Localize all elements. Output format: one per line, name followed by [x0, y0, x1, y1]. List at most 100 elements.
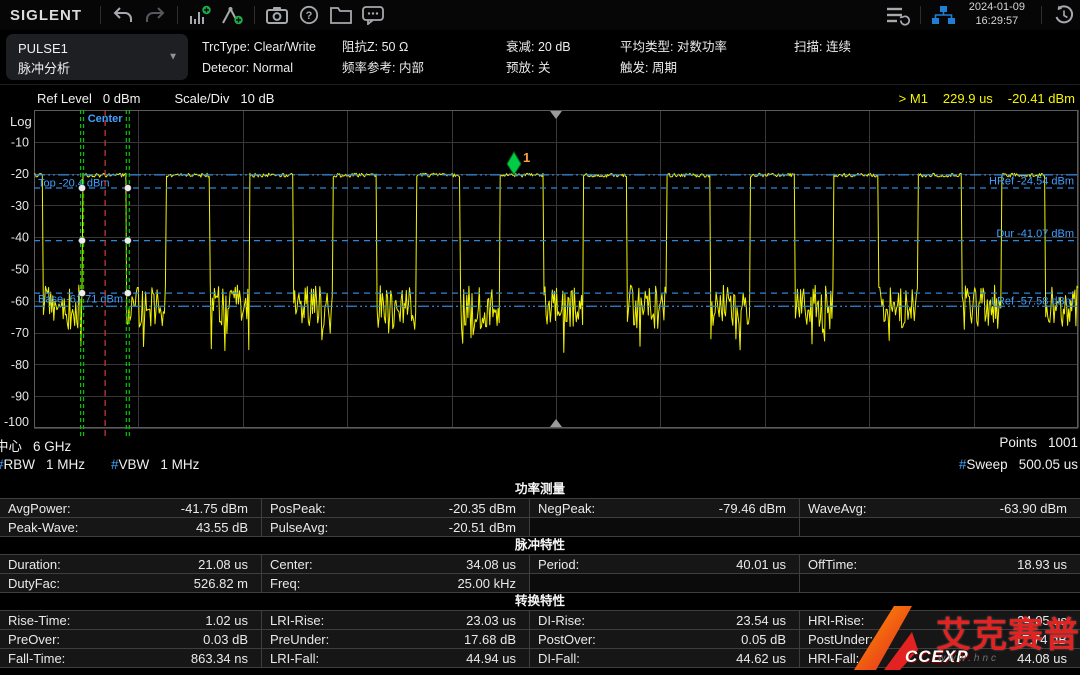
cell-value: -20.51 dBm: [449, 520, 516, 535]
mode-subname: 脉冲分析: [18, 59, 176, 79]
cell-label: LRI-Fall:: [270, 651, 319, 666]
file-manager-icon[interactable]: [325, 2, 357, 28]
task-list-icon[interactable]: [882, 2, 914, 28]
table-cell: Duration:21.08 us: [0, 555, 262, 573]
table-section-title: 功率测量: [0, 481, 1080, 498]
y-axis-tick-label: -100: [4, 415, 29, 429]
table-cell-empty: [530, 574, 800, 592]
table-row: PreOver:0.03 dBPreUnder:17.68 dB PostOver…: [0, 629, 1080, 648]
undo-icon[interactable]: [107, 2, 139, 28]
config-bar: PULSE1 脉冲分析 ▼ TrcType: Clear/WriteDeteco…: [0, 30, 1080, 85]
marker-readout-prefix: > M1: [899, 91, 928, 106]
sweep-value[interactable]: 500.05 us: [1019, 457, 1078, 472]
config-item: 频率参考: 内部: [342, 58, 484, 79]
marker-readout-x: 229.9 us: [943, 91, 993, 106]
message-icon[interactable]: [357, 2, 389, 28]
y-axis-log-label: Log: [10, 114, 32, 129]
cell-value: 44.62 us: [736, 651, 786, 666]
time-text: 16:29:57: [969, 15, 1025, 29]
table-cell: PreOver:0.03 dB: [0, 630, 262, 648]
rbw-value[interactable]: 1 MHz: [46, 457, 85, 472]
edge-dot: [124, 237, 131, 244]
toolbar-separator: [254, 6, 255, 24]
config-item: 触发: 周期: [620, 58, 772, 79]
sweep-label: Sweep: [966, 457, 1007, 472]
cell-label: LRI-Rise:: [270, 613, 324, 628]
add-trace-icon[interactable]: [184, 2, 216, 28]
points-value[interactable]: 1001: [1048, 435, 1078, 450]
table-cell: HRI-Rise:24.05 us: [800, 611, 1080, 629]
marker-1-label: 1: [523, 150, 530, 165]
edge-dot: [124, 290, 131, 297]
screenshot-icon[interactable]: [261, 2, 293, 28]
table-cell: LRI-Fall: 44.94 us: [262, 649, 530, 667]
table-cell-empty: [530, 518, 800, 536]
ref-level-value[interactable]: 0 dBm: [103, 91, 141, 106]
config-item: 平均类型: 对数功率: [620, 37, 772, 58]
marker-1[interactable]: 1: [507, 150, 530, 175]
table-section: 脉冲特性Duration:21.08 usCenter:34.08 usPeri…: [0, 537, 1080, 593]
cell-label: Period:: [538, 557, 579, 572]
table-row: AvgPower:-41.75 dBmPosPeak:-20.35 dBmNeg…: [0, 498, 1080, 517]
y-axis-labels: Log-10-20-30-40-50-60-70-80-90-100: [4, 114, 32, 429]
y-axis-tick-label: -60: [11, 294, 29, 308]
cell-label: Rise-Time:: [8, 613, 70, 628]
config-columns: TrcType: Clear/WriteDetecor: Normal阻抗Z: …: [194, 30, 906, 84]
toolbar-separator: [100, 6, 101, 24]
y-axis-tick-label: -50: [11, 263, 29, 277]
cell-value: -41.75 dBm: [181, 501, 248, 516]
vbw-label: VBW: [119, 457, 150, 472]
history-icon[interactable]: [1048, 2, 1080, 28]
cell-value: 1.02 us: [205, 613, 248, 628]
cell-label: PostOver:: [538, 632, 596, 647]
mode-name: PULSE1: [18, 39, 176, 59]
table-section: 转换特性Rise-Time:1.02 usLRI-Rise:23.03 usDI…: [0, 593, 1080, 668]
cell-label: Fall-Time:: [8, 651, 65, 666]
scale-div-label: Scale/Div: [175, 91, 230, 106]
measurement-table: 功率测量AvgPower:-41.75 dBmPosPeak:-20.35 dB…: [0, 481, 1080, 668]
center-top-triangle: [550, 111, 562, 119]
add-peak-marker-icon[interactable]: [216, 2, 248, 28]
cell-value: 18.93 us: [1017, 557, 1067, 572]
cell-label: NegPeak:: [538, 501, 595, 516]
redo-icon[interactable]: [139, 2, 171, 28]
measurement-mode-select[interactable]: PULSE1 脉冲分析 ▼: [6, 34, 188, 80]
config-item: Detecor: Normal: [202, 58, 320, 79]
cell-label: DutyFac:: [8, 576, 60, 591]
toolbar-separator: [1041, 6, 1042, 24]
cell-label: DI-Rise:: [538, 613, 585, 628]
top-toolbar: SIGLENT ?: [0, 0, 1080, 30]
cell-value: 44.08 us: [1017, 651, 1067, 666]
ref-level-label: Ref Level: [37, 91, 92, 106]
cell-value: 34.08 us: [466, 557, 516, 572]
table-row: DutyFac:526.82 mFreq:25.00 kHz: [0, 573, 1080, 593]
center-freq-value[interactable]: 6 GHz: [33, 439, 71, 454]
datetime-display: 2024-01-09 16:29:57: [959, 1, 1035, 29]
y-axis-tick-label: -80: [11, 358, 29, 372]
edge-dot: [79, 185, 86, 192]
center-bottom-triangle: [550, 419, 562, 427]
table-cell: Freq:25.00 kHz: [262, 574, 530, 592]
vbw-value[interactable]: 1 MHz: [160, 457, 199, 472]
edge-lines: Center: [81, 110, 130, 438]
table-cell: PreUnder:17.68 dB: [262, 630, 530, 648]
graticule: [34, 110, 1079, 429]
network-icon[interactable]: [927, 2, 959, 28]
cell-value: -79.46 dBm: [719, 501, 786, 516]
sweep-info-line2: #RBW1 MHz#VBW1 MHz #Sweep500.05 us: [0, 457, 1078, 472]
table-cell: WaveAvg:-63.90 dBm: [800, 499, 1080, 517]
help-icon[interactable]: ?: [293, 2, 325, 28]
table-cell-empty: [800, 574, 1080, 592]
cell-label: PulseAvg:: [270, 520, 328, 535]
table-cell: Period:40.01 us: [530, 555, 800, 573]
scale-div-value[interactable]: 10 dB: [240, 91, 274, 106]
cell-label: OffTime:: [808, 557, 857, 572]
table-row: Peak-Wave:43.55 dBPulseAvg:-20.51 dBm: [0, 517, 1080, 537]
table-cell: NegPeak: -79.46 dBm: [530, 499, 800, 517]
cell-value: -20.35 dBm: [449, 501, 516, 516]
table-cell: DI-Fall:44.62 us: [530, 649, 800, 667]
y-axis-tick-label: -70: [11, 326, 29, 340]
marker-1-diamond: [507, 152, 521, 175]
table-cell: PulseAvg: -20.51 dBm: [262, 518, 530, 536]
cell-value: 44.94 us: [466, 651, 516, 666]
